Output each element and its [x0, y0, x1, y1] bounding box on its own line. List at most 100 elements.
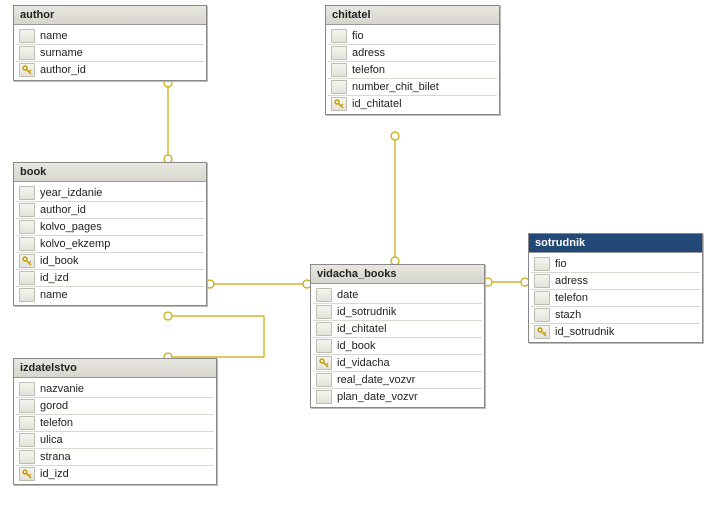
column-icon	[19, 399, 35, 413]
table-row[interactable]: id_chitatel	[328, 95, 497, 112]
table-row[interactable]: id_vidacha	[313, 354, 482, 371]
column-icon	[316, 305, 332, 319]
column-name: telefon	[38, 417, 214, 429]
table-row[interactable]: id_izd	[16, 269, 204, 286]
column-name: plan_date_vozvr	[335, 391, 482, 403]
table-row[interactable]: id_sotrudnik	[313, 303, 482, 320]
column-name: kolvo_pages	[38, 221, 204, 233]
table-row[interactable]: real_date_vozvr	[313, 371, 482, 388]
table-row[interactable]: plan_date_vozvr	[313, 388, 482, 405]
table-row[interactable]: kolvo_pages	[16, 218, 204, 235]
column-icon	[331, 63, 347, 77]
column-name: telefon	[553, 292, 700, 304]
column-icon	[316, 322, 332, 336]
column-name: nazvanie	[38, 383, 214, 395]
column-icon	[534, 308, 550, 322]
column-name: id_chitatel	[350, 98, 497, 110]
entity-rows: date id_sotrudnik id_chitatel id_book id…	[311, 284, 484, 407]
entity-title: vidacha_books	[311, 265, 484, 284]
table-row[interactable]: id_sotrudnik	[531, 323, 700, 340]
table-row[interactable]: telefon	[328, 61, 497, 78]
key-icon	[316, 356, 332, 370]
column-name: real_date_vozvr	[335, 374, 482, 386]
key-icon	[19, 63, 35, 77]
column-icon	[331, 29, 347, 43]
column-name: name	[38, 30, 204, 42]
column-name: adress	[350, 47, 497, 59]
table-row[interactable]: id_chitatel	[313, 320, 482, 337]
column-name: ulica	[38, 434, 214, 446]
table-row[interactable]: nazvanie	[16, 380, 214, 397]
table-row[interactable]: gorod	[16, 397, 214, 414]
column-name: number_chit_bilet	[350, 81, 497, 93]
column-icon	[534, 257, 550, 271]
column-name: id_chitatel	[335, 323, 482, 335]
column-icon	[316, 339, 332, 353]
table-row[interactable]: fio	[328, 27, 497, 44]
entity-title: izdatelstvo	[14, 359, 216, 378]
entity-vidacha-books[interactable]: vidacha_books date id_sotrudnik id_chita…	[310, 264, 485, 408]
column-icon	[19, 203, 35, 217]
column-name: telefon	[350, 64, 497, 76]
table-row[interactable]: id_izd	[16, 465, 214, 482]
column-icon	[534, 291, 550, 305]
column-name: id_book	[335, 340, 482, 352]
entity-rows: name surname author_id	[14, 25, 206, 80]
column-name: id_book	[38, 255, 204, 267]
column-icon	[19, 450, 35, 464]
column-icon	[19, 271, 35, 285]
key-icon	[331, 97, 347, 111]
table-row[interactable]: kolvo_ekzemp	[16, 235, 204, 252]
column-icon	[19, 237, 35, 251]
column-name: id_sotrudnik	[553, 326, 700, 338]
column-icon	[19, 416, 35, 430]
column-name: id_sotrudnik	[335, 306, 482, 318]
column-name: date	[335, 289, 482, 301]
column-icon	[316, 373, 332, 387]
table-row[interactable]: adress	[328, 44, 497, 61]
column-name: year_izdanie	[38, 187, 204, 199]
column-icon	[331, 80, 347, 94]
entity-rows: year_izdanie author_id kolvo_pages kolvo…	[14, 182, 206, 305]
table-row[interactable]: author_id	[16, 201, 204, 218]
table-row[interactable]: date	[313, 286, 482, 303]
key-icon	[534, 325, 550, 339]
table-row[interactable]: surname	[16, 44, 204, 61]
column-name: id_vidacha	[335, 357, 482, 369]
entity-book[interactable]: book year_izdanie author_id kolvo_pages …	[13, 162, 207, 306]
entity-title: book	[14, 163, 206, 182]
column-name: kolvo_ekzemp	[38, 238, 204, 250]
entity-title: chitatel	[326, 6, 499, 25]
entity-sotrudnik[interactable]: sotrudnik fio adress telefon stazh id_so…	[528, 233, 703, 343]
entity-author[interactable]: author name surname author_id	[13, 5, 207, 81]
entity-rows: fio adress telefon stazh id_sotrudnik	[529, 253, 702, 342]
column-name: id_izd	[38, 468, 214, 480]
table-row[interactable]: stazh	[531, 306, 700, 323]
entity-title: sotrudnik	[529, 234, 702, 253]
column-icon	[316, 390, 332, 404]
column-name: gorod	[38, 400, 214, 412]
table-row[interactable]: adress	[531, 272, 700, 289]
column-name: surname	[38, 47, 204, 59]
key-icon	[19, 467, 35, 481]
table-row[interactable]: name	[16, 27, 204, 44]
table-row[interactable]: strana	[16, 448, 214, 465]
table-row[interactable]: year_izdanie	[16, 184, 204, 201]
column-name: fio	[553, 258, 700, 270]
column-icon	[316, 288, 332, 302]
entity-chitatel[interactable]: chitatel fio adress telefon number_chit_…	[325, 5, 500, 115]
table-row[interactable]: number_chit_bilet	[328, 78, 497, 95]
table-row[interactable]: author_id	[16, 61, 204, 78]
column-name: strana	[38, 451, 214, 463]
table-row[interactable]: fio	[531, 255, 700, 272]
column-icon	[19, 382, 35, 396]
table-row[interactable]: id_book	[16, 252, 204, 269]
column-name: name	[38, 289, 204, 301]
table-row[interactable]: telefon	[16, 414, 214, 431]
table-row[interactable]: telefon	[531, 289, 700, 306]
table-row[interactable]: id_book	[313, 337, 482, 354]
entity-izdatelstvo[interactable]: izdatelstvo nazvanie gorod telefon ulica…	[13, 358, 217, 485]
table-row[interactable]: ulica	[16, 431, 214, 448]
table-row[interactable]: name	[16, 286, 204, 303]
entity-title: author	[14, 6, 206, 25]
